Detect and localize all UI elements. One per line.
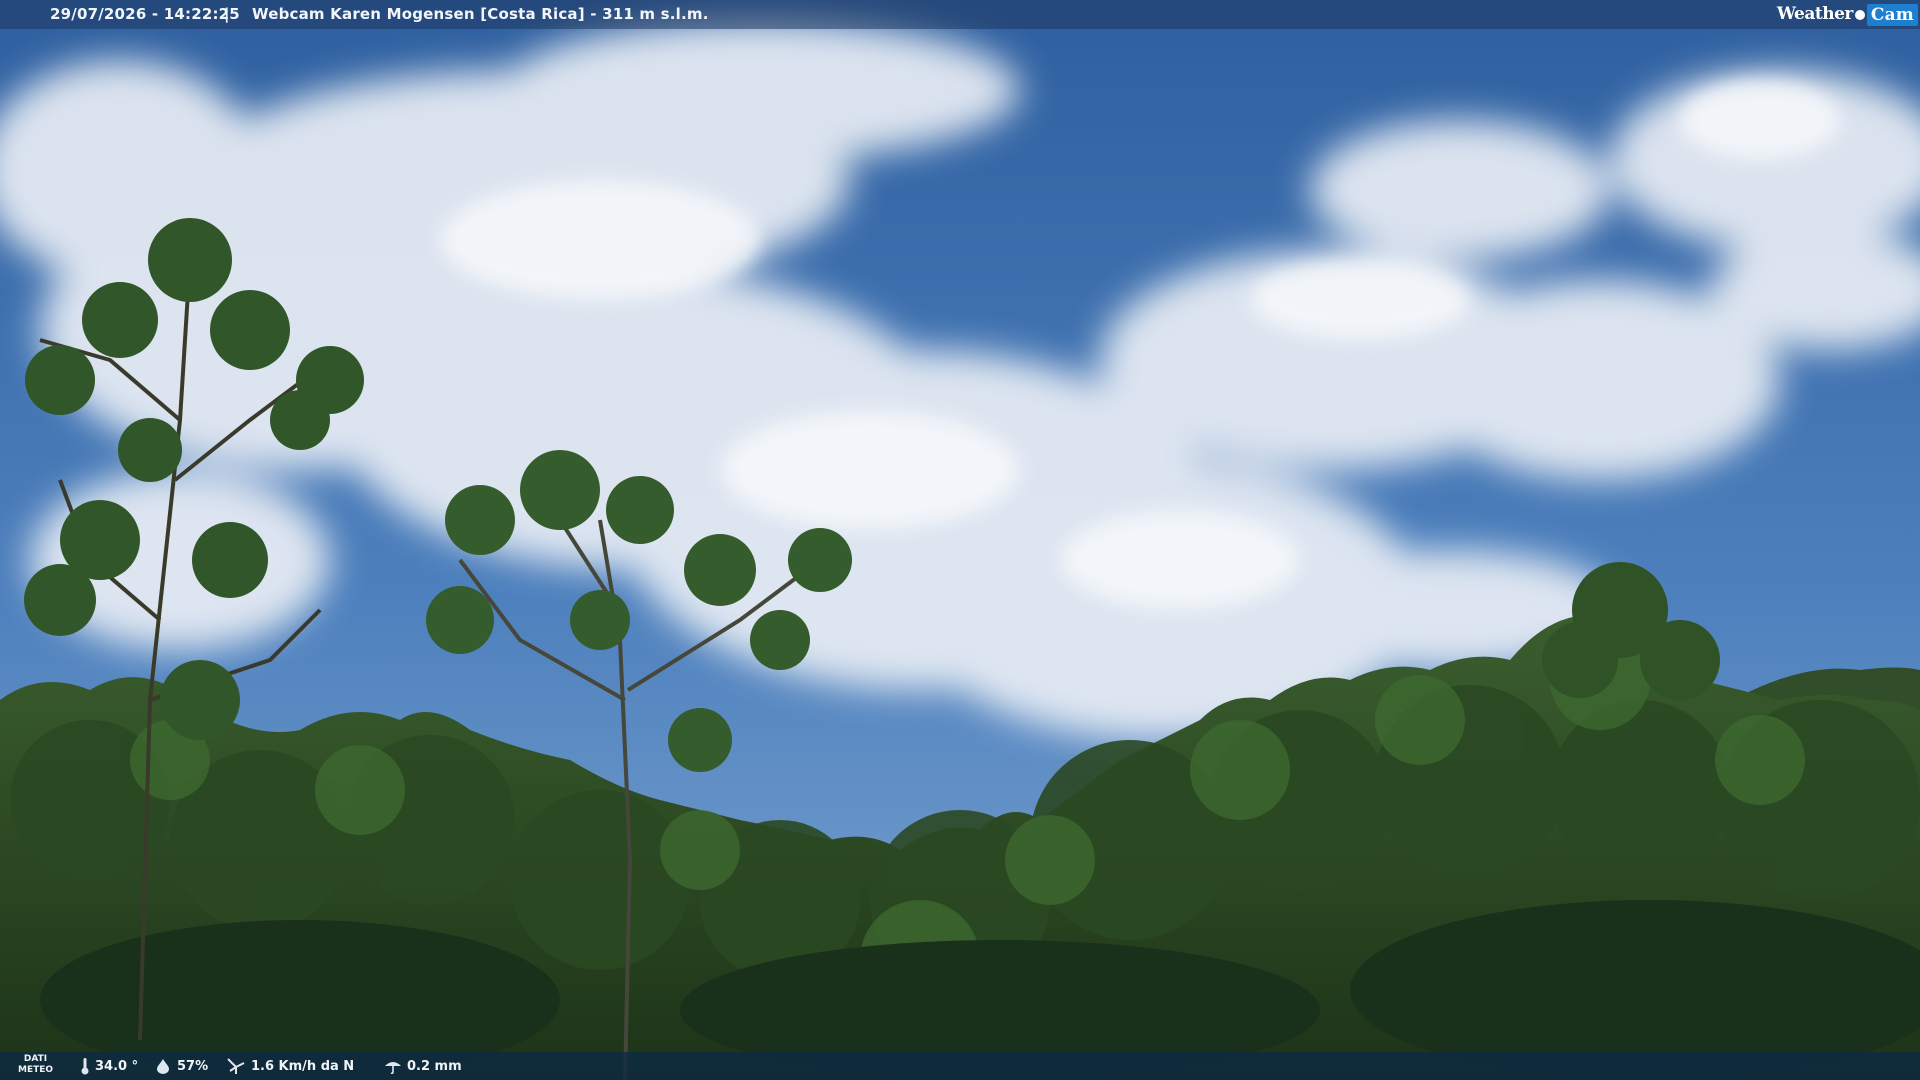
label-line2: METEO <box>18 1065 54 1075</box>
humidity-value: 57% <box>177 1058 209 1074</box>
weather-data-label: DATI METEO <box>18 1054 53 1076</box>
thermometer-icon <box>81 1058 89 1075</box>
webcam-title: Webcam Karen Mogensen [Costa Rica] - 311… <box>252 5 709 23</box>
logo-dot-icon <box>1854 9 1865 20</box>
weathercam-logo: Weather Cam <box>1777 3 1918 26</box>
humidity-icon <box>157 1059 169 1074</box>
weather-data-bar: DATI METEO 34.0 ° 57% 1.6 Km/h da N 0.2 … <box>0 1052 1920 1080</box>
wind-icon <box>227 1058 245 1074</box>
webcam-image <box>0 0 1920 1080</box>
rain-value: 0.2 mm <box>407 1058 462 1074</box>
header-bar: 29/07/2026 - 14:22:25 | Webcam Karen Mog… <box>0 0 1920 29</box>
temperature-value: 34.0 ° <box>95 1058 139 1074</box>
logo-text-weather: Weather <box>1776 4 1854 24</box>
wind-value: 1.6 Km/h da N <box>251 1058 355 1074</box>
logo-text-cam: Cam <box>1866 3 1918 26</box>
label-line1: DATI <box>23 1054 48 1064</box>
temperature-reading: 34.0 ° <box>80 1052 138 1080</box>
timestamp: 29/07/2026 - 14:22:25 <box>50 5 240 23</box>
humidity-reading: 57% <box>154 1052 208 1080</box>
rain-reading: 0.2 mm <box>384 1052 462 1080</box>
rain-icon <box>385 1062 401 1074</box>
wind-reading: 1.6 Km/h da N <box>226 1052 354 1080</box>
separator: | <box>224 5 230 23</box>
